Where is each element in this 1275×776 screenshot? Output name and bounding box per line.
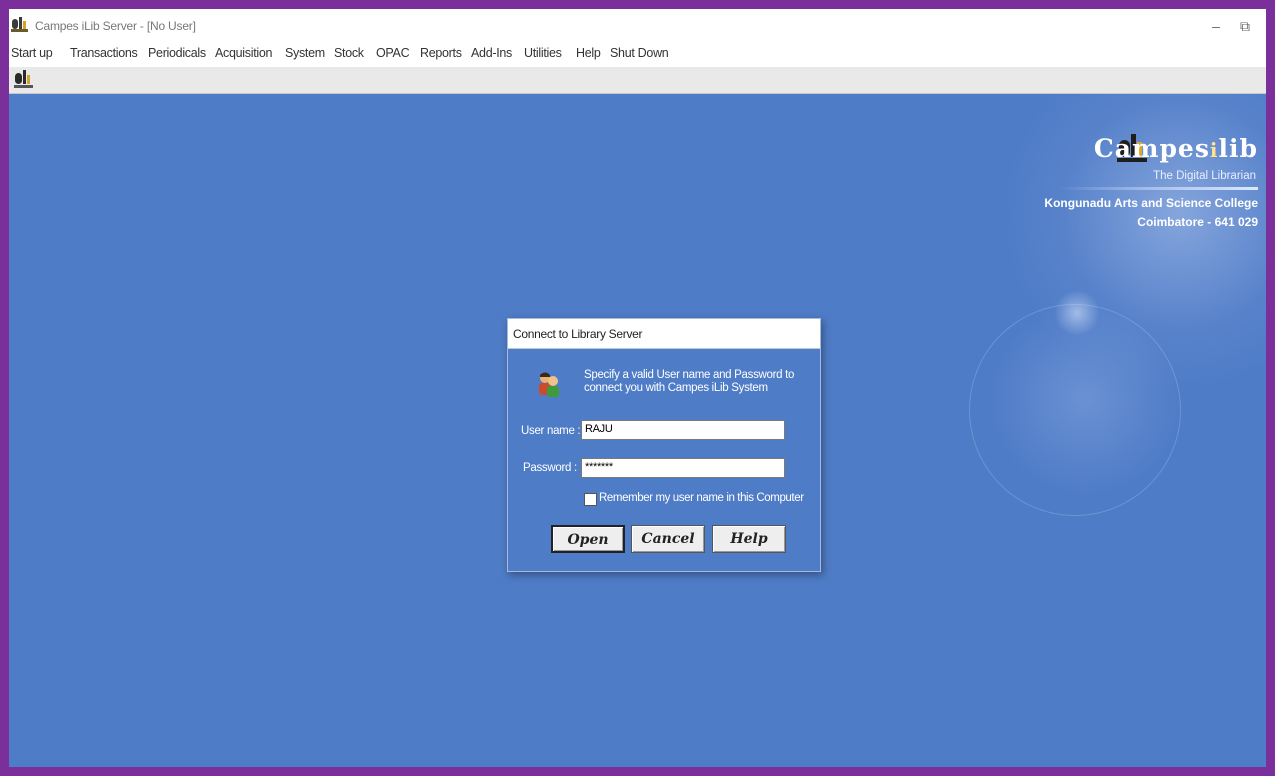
remember-label[interactable]: Remember my user name in this Computer <box>599 492 804 504</box>
menu-shut-down[interactable]: Shut Down <box>610 46 669 60</box>
menu-add-ins[interactable]: Add-Ins <box>471 46 512 60</box>
menu-system[interactable]: System <box>285 46 325 60</box>
brand-tagline: The Digital Librarian <box>1153 170 1256 182</box>
menu-help[interactable]: Help <box>576 46 601 60</box>
brand-name: Campesilib <box>1094 134 1258 163</box>
dialog-message: Specify a valid User name and Password t… <box>584 369 795 394</box>
username-field[interactable]: RAJU <box>581 420 785 440</box>
password-field[interactable]: ******* <box>581 458 785 478</box>
users-icon <box>539 372 559 397</box>
menu-bar: Start up Transactions Periodicals Acquis… <box>9 43 1266 67</box>
cancel-button[interactable]: Cancel <box>631 525 705 553</box>
brand-name-part1: Campes <box>1093 134 1210 163</box>
lens-flare-orb <box>1054 290 1100 336</box>
brand-divider <box>1058 187 1258 190</box>
brand-block: Campesilib The Digital Librarian Konguna… <box>998 130 1258 240</box>
dialog-title-bar: Connect to Library Server <box>508 319 820 349</box>
restore-button[interactable]: ⧉ <box>1231 15 1259 37</box>
menu-utilities[interactable]: Utilities <box>524 46 562 60</box>
menu-transactions[interactable]: Transactions <box>70 46 138 60</box>
brand-name-part3: lib <box>1218 134 1258 163</box>
open-button[interactable]: Open <box>551 525 625 553</box>
window-title: Campes iLib Server - [No User] <box>35 19 196 33</box>
menu-periodicals[interactable]: Periodicals <box>148 46 206 60</box>
menu-acquisition[interactable]: Acquisition <box>215 46 272 60</box>
username-label: User name : <box>521 425 581 437</box>
minimize-button[interactable]: – <box>1202 15 1230 37</box>
brand-name-part2: i <box>1209 138 1219 162</box>
remember-checkbox[interactable] <box>584 493 597 506</box>
college-name: Kongunadu Arts and Science College <box>1044 196 1258 210</box>
dialog-title: Connect to Library Server <box>513 327 643 341</box>
college-city: Coimbatore - 641 029 <box>1137 215 1258 229</box>
password-label: Password : <box>523 462 577 474</box>
menu-reports[interactable]: Reports <box>420 46 462 60</box>
menu-opac[interactable]: OPAC <box>376 46 410 60</box>
title-bar: Campes iLib Server - [No User] – ⧉ <box>9 9 1266 43</box>
menu-start-up[interactable]: Start up <box>11 46 53 60</box>
app-logo-icon <box>11 17 28 32</box>
login-dialog: Connect to Library Server Specify a vali… <box>507 318 821 572</box>
dl-logo-icon[interactable] <box>13 70 35 90</box>
help-button[interactable]: Help <box>712 525 786 553</box>
menu-stock[interactable]: Stock <box>334 46 364 60</box>
toolbar <box>9 67 1266 94</box>
